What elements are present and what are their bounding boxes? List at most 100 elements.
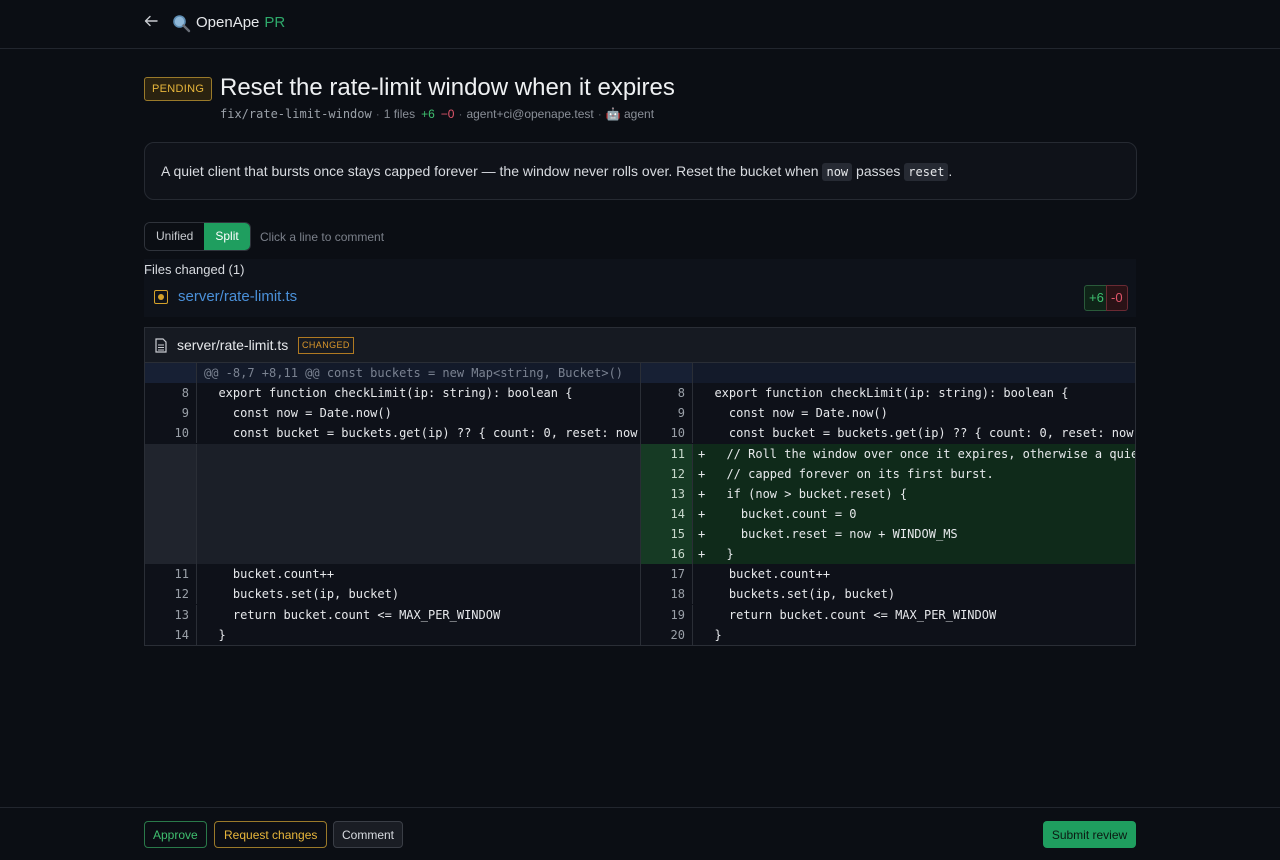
hunk-header: @@ -8,7 +8,11 @@ const buckets = new Map…: [204, 366, 624, 380]
line-code: const now = Date.now(): [700, 406, 888, 420]
line-code: buckets.set(ip, bucket): [700, 587, 896, 601]
magnifier-icon: [172, 14, 191, 33]
line-code: bucket.count++: [700, 567, 831, 581]
line-number: 16: [641, 544, 693, 564]
diff-header: server/rate-limit.ts CHANGED: [145, 328, 1135, 363]
line-number: [145, 504, 197, 524]
view-toggle: Unified Split: [144, 222, 251, 251]
diff-line[interactable]: 13 return bucket.count <= MAX_PER_WINDOW: [145, 605, 640, 625]
hunk-header-row: [641, 363, 1135, 383]
diff-line[interactable]: 9 const now = Date.now(): [641, 403, 1135, 423]
diff-line[interactable]: 18 buckets.set(ip, bucket): [641, 584, 1135, 604]
line-code: if (now > bucket.reset) {: [712, 487, 908, 501]
app-suffix: PR: [264, 14, 286, 31]
files-changed-heading: Files changed (1): [144, 262, 245, 277]
approve-button[interactable]: Approve: [144, 821, 207, 848]
diff-added-line[interactable]: 15 + bucket.reset = now + WINDOW_MS: [641, 524, 1135, 544]
diff-left-pane: @@ -8,7 +8,11 @@ const buckets = new Map…: [145, 363, 640, 645]
submit-review-button[interactable]: Submit review: [1043, 821, 1136, 848]
diff-line[interactable]: 9 const now = Date.now(): [145, 403, 640, 423]
line-code: }: [700, 628, 722, 642]
files-count: 1 files: [383, 107, 416, 121]
line-code: // Roll the window over once it expires,…: [726, 447, 1135, 461]
line-number: [145, 444, 197, 464]
line-number: 14: [145, 625, 197, 645]
diff-line[interactable]: 8 export function checkLimit(ip: string)…: [641, 383, 1135, 403]
modified-file-icon: [154, 290, 168, 304]
app-name: OpenApe: [196, 14, 260, 31]
line-number: 11: [145, 564, 197, 584]
meta-separator: ·: [597, 107, 602, 121]
files-changed-panel: Files changed (1) server/rate-limit.ts +…: [144, 259, 1136, 317]
line-code: const bucket = buckets.get(ip) ?? { coun…: [232, 426, 638, 440]
line-number: 19: [641, 605, 693, 625]
line-number: [145, 484, 197, 504]
description-code: now: [822, 163, 853, 181]
file-deletions: -0: [1106, 285, 1128, 311]
diff-line[interactable]: 10 const bucket = buckets.get(ip) ?? { c…: [641, 423, 1135, 443]
line-number: 10: [641, 423, 693, 443]
description-text: .: [948, 163, 953, 179]
line-code: bucket.reset = now + WINDOW_MS: [712, 527, 958, 541]
diff-line[interactable]: 20 }: [641, 625, 1135, 645]
diff-empty-line: [145, 544, 640, 564]
diff-line[interactable]: 10 const bucket = buckets.get(ip) ?? { c…: [145, 423, 640, 443]
line-number: 12: [145, 584, 197, 604]
view-unified-button[interactable]: Unified: [145, 223, 205, 250]
author-badge: 🤖 agent: [605, 107, 655, 121]
line-number: 10: [145, 423, 197, 443]
app-brand[interactable]: OpenApe PR: [172, 13, 285, 33]
diff-added-line[interactable]: 11 + // Roll the window over once it expi…: [641, 444, 1135, 464]
diff-added-line[interactable]: 12 + // capped forever on its first burst…: [641, 464, 1135, 484]
top-bar: OpenApe PR: [0, 0, 1280, 49]
diff-line[interactable]: 8 export function checkLimit(ip: string)…: [145, 383, 640, 403]
line-number: 18: [641, 584, 693, 604]
view-split-button[interactable]: Split: [204, 223, 250, 250]
diff-line[interactable]: 14 }: [145, 625, 640, 645]
line-number: [145, 524, 197, 544]
line-code: // capped forever on its first burst.: [712, 467, 994, 481]
line-code: export function checkLimit(ip: string): …: [204, 386, 573, 400]
diff-added-line[interactable]: 16 + }: [641, 544, 1135, 564]
line-number: 15: [641, 524, 693, 544]
branch-name: fix/rate-limit-window: [220, 107, 372, 121]
deletions-count: −0: [440, 107, 455, 121]
back-arrow-icon[interactable]: [144, 12, 162, 30]
page-title: Reset the rate-limit window when it expi…: [220, 74, 675, 101]
diff-added-line[interactable]: 14 + bucket.count = 0: [641, 504, 1135, 524]
status-badge: PENDING: [144, 77, 213, 101]
line-code: bucket.count = 0: [712, 507, 857, 521]
diff-line[interactable]: 17 bucket.count++: [641, 564, 1135, 584]
file-icon: [155, 338, 167, 353]
diff-added-line[interactable]: 13 + if (now > bucket.reset) {: [641, 484, 1135, 504]
comment-button[interactable]: Comment: [333, 821, 404, 848]
diff-empty-line: [145, 444, 640, 464]
line-number: 8: [641, 383, 693, 403]
pr-description: A quiet client that bursts once stays ca…: [144, 142, 1137, 200]
description-text: A quiet client that bursts once stays ca…: [161, 163, 823, 179]
diff-filename: server/rate-limit.ts: [177, 337, 289, 353]
line-code: const now = Date.now(): [204, 406, 392, 420]
line-number: 9: [641, 403, 693, 423]
diff-line[interactable]: 11 bucket.count++: [145, 564, 640, 584]
line-number: [641, 363, 693, 383]
file-link[interactable]: server/rate-limit.ts: [178, 288, 297, 305]
diff-empty-line: [145, 504, 640, 524]
line-code: return bucket.count <= MAX_PER_WINDOW: [204, 608, 501, 622]
diff-line[interactable]: 19 return bucket.count <= MAX_PER_WINDOW: [641, 605, 1135, 625]
file-list-item[interactable]: server/rate-limit.ts +6 -0: [144, 281, 1136, 313]
line-code: export function checkLimit(ip: string): …: [700, 386, 1069, 400]
description-text: passes: [852, 163, 905, 179]
changed-badge: CHANGED: [298, 337, 354, 354]
line-code: const bucket = buckets.get(ip) ?? { coun…: [728, 426, 1134, 440]
line-number: 20: [641, 625, 693, 645]
line-number: [145, 464, 197, 484]
request-changes-button[interactable]: Request changes: [214, 821, 328, 848]
diff-line[interactable]: 12 buckets.set(ip, bucket): [145, 584, 640, 604]
diff-card: server/rate-limit.ts CHANGED @@ -8,7 +8,…: [144, 327, 1136, 646]
line-number: 9: [145, 403, 197, 423]
review-footer: Approve Request changes Comment Submit r…: [0, 807, 1280, 860]
line-number: 13: [641, 484, 693, 504]
diff-right-pane: 8 export function checkLimit(ip: string)…: [640, 363, 1135, 645]
line-number: 11: [641, 444, 693, 464]
